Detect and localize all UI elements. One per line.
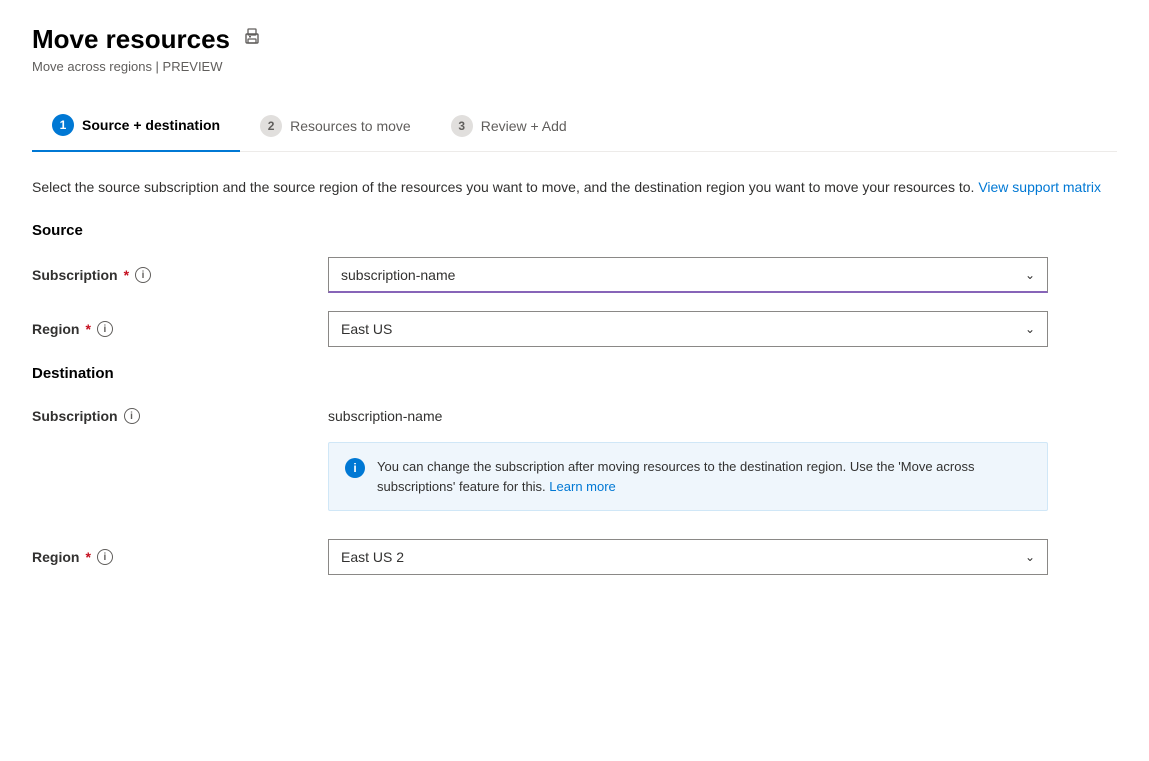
learn-more-link[interactable]: Learn more (549, 479, 615, 494)
destination-region-label: Region * i (32, 549, 312, 565)
destination-section-title: Destination (32, 365, 1117, 382)
info-box-icon: i (345, 458, 365, 478)
destination-region-required: * (85, 549, 90, 565)
source-subscription-info-icon[interactable]: i (135, 267, 151, 283)
source-region-value: East US (329, 321, 1013, 337)
step-1-label: Source + destination (82, 117, 220, 133)
destination-subscription-value: subscription-name (328, 400, 1048, 432)
source-subscription-required: * (124, 267, 129, 283)
source-subscription-value: subscription-name (329, 267, 1013, 283)
destination-subscription-col: subscription-name i You can change the s… (328, 400, 1048, 521)
source-subscription-label: Subscription * i (32, 267, 312, 283)
source-region-chevron[interactable]: ⌄ (1013, 322, 1047, 336)
page-title: Move resources (32, 24, 230, 55)
destination-region-control: East US 2 ⌄ (328, 539, 1048, 575)
info-box-text: You can change the subscription after mo… (377, 457, 1031, 496)
source-region-label: Region * i (32, 321, 312, 337)
destination-region-select[interactable]: East US 2 ⌄ (328, 539, 1048, 575)
destination-subscription-row: Subscription i subscription-name i You c… (32, 400, 1117, 521)
step-3-label: Review + Add (481, 118, 567, 134)
step-1-circle: 1 (52, 114, 74, 136)
source-subscription-select[interactable]: subscription-name ⌄ (328, 257, 1048, 293)
source-section-title: Source (32, 222, 1117, 239)
step-2[interactable]: 2 Resources to move (240, 103, 431, 151)
description-text: Select the source subscription and the s… (32, 176, 1117, 198)
source-region-required: * (85, 321, 90, 337)
destination-region-value: East US 2 (329, 549, 1013, 565)
step-2-label: Resources to move (290, 118, 411, 134)
steps-nav: 1 Source + destination 2 Resources to mo… (32, 102, 1117, 152)
destination-subscription-info-icon[interactable]: i (124, 408, 140, 424)
source-subscription-control: subscription-name ⌄ (328, 257, 1048, 293)
source-region-select[interactable]: East US ⌄ (328, 311, 1048, 347)
source-region-control: East US ⌄ (328, 311, 1048, 347)
step-1[interactable]: 1 Source + destination (32, 102, 240, 152)
destination-subscription-label: Subscription i (32, 400, 312, 424)
view-support-matrix-link[interactable]: View support matrix (978, 179, 1101, 195)
main-container: Move resources Move across regions | PRE… (0, 0, 1149, 761)
step-3-circle: 3 (451, 115, 473, 137)
source-region-info-icon[interactable]: i (97, 321, 113, 337)
step-2-circle: 2 (260, 115, 282, 137)
destination-region-chevron[interactable]: ⌄ (1013, 550, 1047, 564)
destination-region-row: Region * i East US 2 ⌄ (32, 539, 1117, 575)
print-icon[interactable] (242, 27, 262, 52)
step-3[interactable]: 3 Review + Add (431, 103, 587, 151)
page-subtitle: Move across regions | PREVIEW (32, 59, 1117, 74)
source-region-row: Region * i East US ⌄ (32, 311, 1117, 347)
destination-region-info-icon[interactable]: i (97, 549, 113, 565)
source-subscription-chevron[interactable]: ⌄ (1013, 268, 1047, 282)
destination-info-box: i You can change the subscription after … (328, 442, 1048, 511)
source-subscription-row: Subscription * i subscription-name ⌄ (32, 257, 1117, 293)
